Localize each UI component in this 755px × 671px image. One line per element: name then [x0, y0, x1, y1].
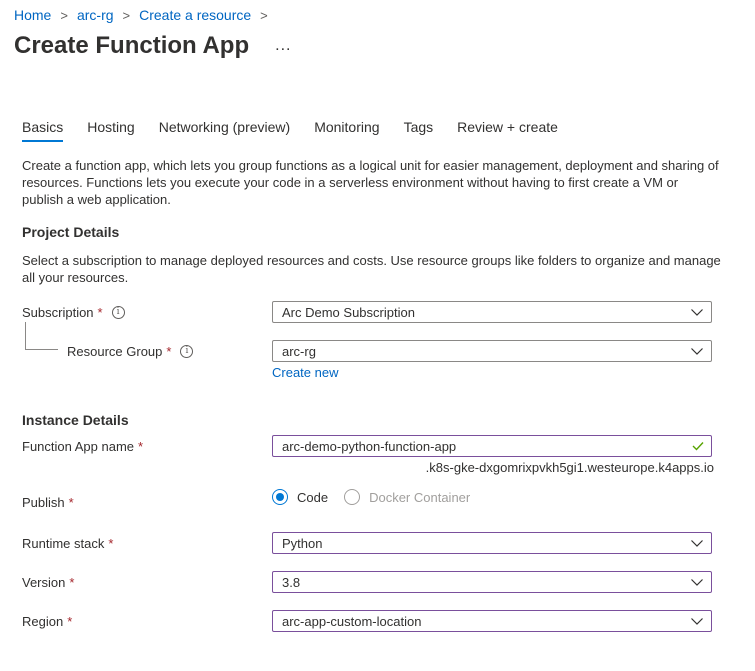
chevron-right-icon: > [60, 7, 68, 23]
region-label: Region * [22, 614, 72, 629]
required-marker: * [138, 439, 144, 454]
resource-group-label-text: Resource Group [67, 344, 163, 359]
region-select[interactable]: arc-app-custom-location [272, 610, 712, 632]
publish-docker-label: Docker Container [369, 489, 471, 505]
required-marker: * [69, 575, 75, 590]
project-details-heading: Project Details [22, 224, 120, 240]
page-title: Create Function App [14, 32, 250, 59]
version-select[interactable]: 3.8 [272, 571, 712, 593]
required-marker: * [166, 344, 172, 359]
required-marker: * [67, 614, 73, 629]
publish-label: Publish * [22, 495, 74, 510]
publish-label-text: Publish [22, 495, 65, 510]
publish-code-radio[interactable] [272, 489, 288, 505]
title-row: Create Function App ... [14, 32, 291, 60]
intro-text: Create a function app, which lets you gr… [22, 158, 719, 207]
function-app-name-value: arc-demo-python-function-app [282, 438, 457, 454]
subscription-label-text: Subscription [22, 305, 94, 320]
breadcrumb-create-resource[interactable]: Create a resource [139, 7, 251, 23]
runtime-stack-select[interactable]: Python [272, 532, 712, 554]
runtime-stack-label-text: Runtime stack [22, 536, 105, 551]
create-new-link[interactable]: Create new [272, 365, 338, 380]
resource-group-value: arc-rg [282, 343, 316, 359]
tree-connector [25, 322, 26, 349]
region-value: arc-app-custom-location [282, 613, 422, 629]
tab-hosting[interactable]: Hosting [87, 119, 134, 141]
breadcrumb: Home > arc-rg > Create a resource > [14, 7, 277, 23]
required-marker: * [97, 305, 103, 320]
tab-monitoring[interactable]: Monitoring [314, 119, 379, 141]
function-app-name-label: Function App name * [22, 439, 143, 454]
subscription-value: Arc Demo Subscription [282, 304, 415, 320]
tab-basics[interactable]: Basics [22, 119, 64, 142]
breadcrumb-resource-group[interactable]: arc-rg [77, 7, 114, 23]
instance-details-heading: Instance Details [22, 412, 129, 428]
resource-group-select[interactable]: arc-rg [272, 340, 712, 362]
project-details-description: Select a subscription to manage deployed… [22, 253, 721, 285]
breadcrumb-home[interactable]: Home [14, 7, 51, 23]
subscription-label: Subscription * i [22, 305, 125, 320]
publish-docker-radio [344, 489, 361, 505]
required-marker: * [108, 536, 114, 551]
chevron-right-icon: > [122, 7, 131, 23]
runtime-stack-value: Python [282, 535, 323, 551]
required-marker: * [68, 495, 74, 510]
subscription-select[interactable]: Arc Demo Subscription [272, 301, 712, 323]
info-icon[interactable]: i [111, 306, 125, 319]
runtime-stack-label: Runtime stack * [22, 536, 113, 551]
tab-tags[interactable]: Tags [404, 119, 434, 141]
function-app-domain-suffix: .k8s-gke-dxgomrixpvkh5gi1.westeurope.k4a… [425, 460, 714, 475]
function-app-name-input[interactable]: arc-demo-python-function-app [272, 435, 712, 457]
chevron-down-icon [683, 308, 711, 316]
tree-connector [25, 349, 58, 350]
checkmark-icon [685, 441, 711, 451]
publish-code-label[interactable]: Code [297, 490, 328, 505]
version-label: Version * [22, 575, 74, 590]
version-value: 3.8 [282, 574, 301, 590]
tab-review-create[interactable]: Review + create [457, 119, 558, 141]
chevron-down-icon [683, 617, 711, 625]
chevron-right-icon: > [260, 7, 268, 23]
more-options-button[interactable]: ... [275, 37, 291, 55]
region-label-text: Region [22, 614, 64, 629]
info-icon[interactable]: i [180, 345, 194, 358]
chevron-down-icon [683, 578, 711, 586]
version-label-text: Version [22, 575, 66, 590]
publish-radio-group: Code Docker Container [272, 489, 486, 505]
chevron-down-icon [683, 347, 711, 355]
function-app-name-label-text: Function App name [22, 439, 135, 454]
tab-networking[interactable]: Networking (preview) [159, 119, 290, 141]
tab-bar: Basics Hosting Networking (preview) Moni… [22, 119, 582, 142]
chevron-down-icon [683, 539, 711, 547]
resource-group-label: Resource Group * i [67, 344, 194, 359]
